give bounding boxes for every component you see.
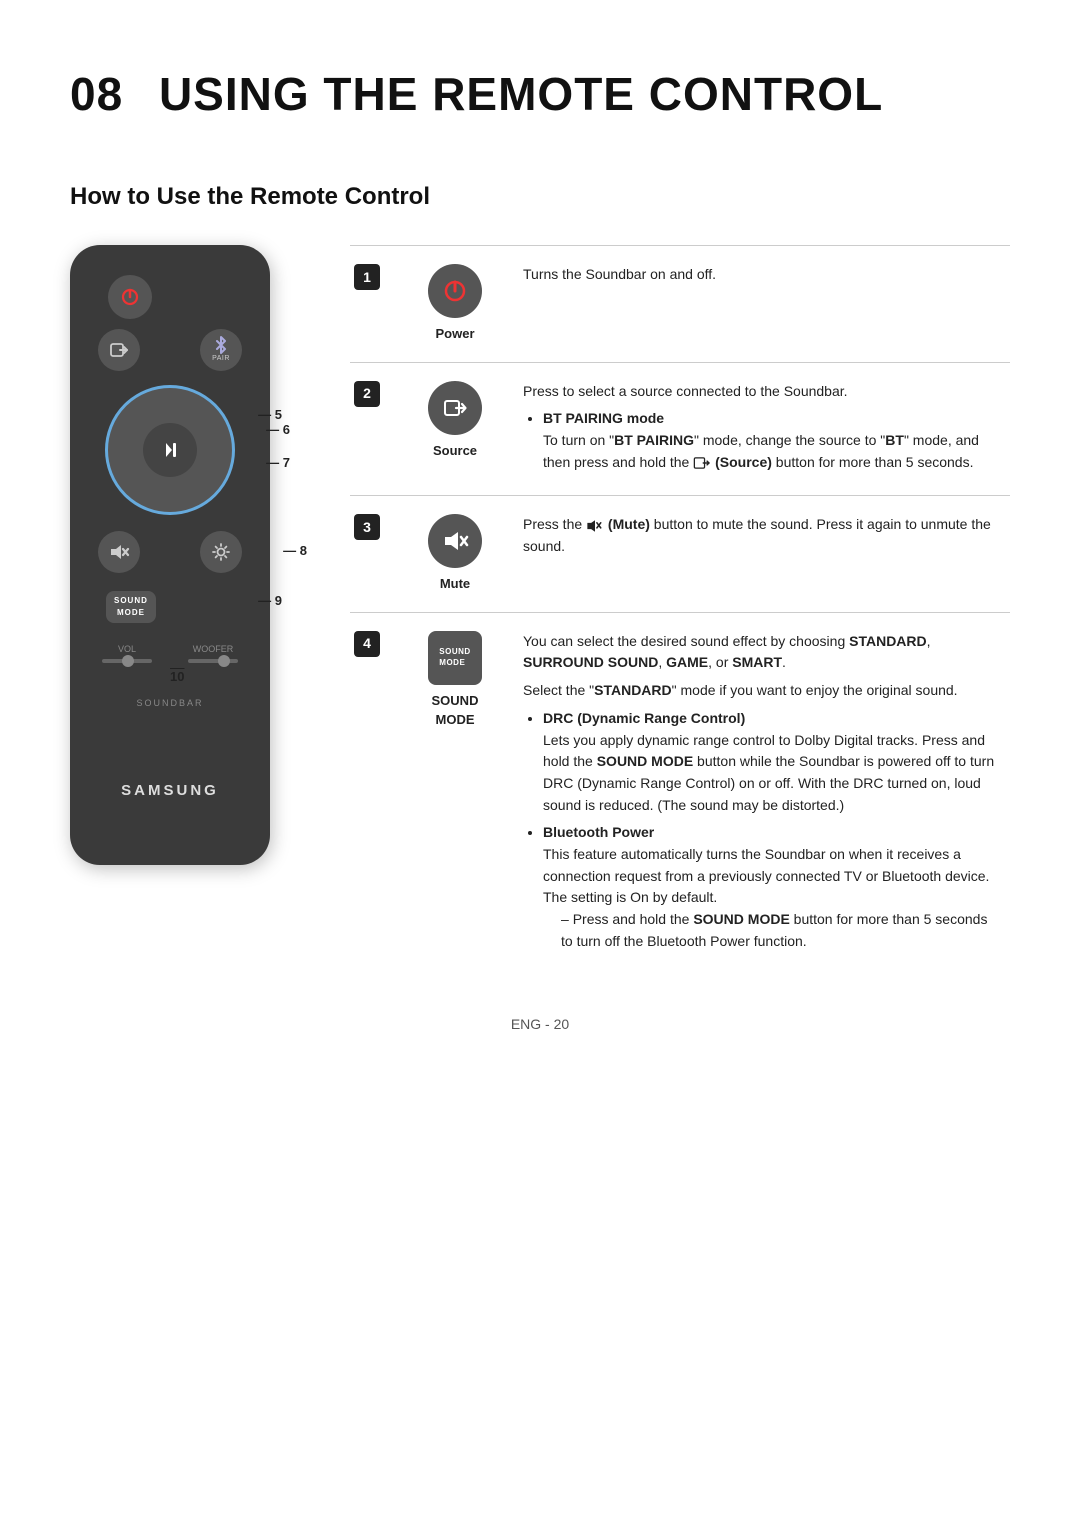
mute-description: Press the (Mute) button to mute the soun…: [523, 514, 998, 557]
pair-label: PAIR: [212, 354, 230, 365]
remote-body: PAIR — 5 — 6 — 7: [70, 245, 270, 865]
dpad[interactable]: — 6 — 7: [105, 385, 235, 515]
remote-row-power: [88, 275, 252, 319]
page-title: 08 USING THE REMOTE CONTROL: [70, 60, 1010, 129]
callout-10: 10: [170, 667, 184, 687]
callout-9: — 9: [258, 591, 282, 611]
chapter-number: 08: [70, 68, 123, 120]
source-label: Source: [433, 441, 477, 461]
num-col-1: 1: [350, 246, 405, 362]
text-col-mute: Press the (Mute) button to mute the soun…: [505, 496, 1010, 612]
power-icon-display: [428, 264, 482, 318]
remote-row-mute-settings: — 8: [88, 531, 252, 573]
num-col-3: 3: [350, 496, 405, 612]
num-col-4: 4: [350, 613, 405, 975]
mute-icon-display: [428, 514, 482, 568]
soundmode-desc-1: You can select the desired sound effect …: [523, 631, 998, 674]
text-col-power: Turns the Soundbar on and off.: [505, 246, 1010, 362]
dash-list-btpower: Press and hold the SOUND MODE button for…: [543, 909, 998, 952]
source-bt-bullet: BT PAIRING mode To turn on "BT PAIRING" …: [543, 408, 998, 473]
callout-8: — 8: [283, 541, 307, 561]
play-pause-button[interactable]: [143, 423, 197, 477]
callout-6: — 6: [266, 420, 290, 440]
source-bullets: BT PAIRING mode To turn on "BT PAIRING" …: [523, 408, 998, 473]
power-label: Power: [435, 324, 474, 344]
samsung-brand: SAMSUNG: [121, 780, 219, 803]
bt-pair-button-remote[interactable]: PAIR: [200, 329, 242, 371]
woofer-slider[interactable]: [188, 659, 238, 663]
source-desc-1: Press to select a source connected to th…: [523, 381, 998, 403]
mute-label: Mute: [440, 574, 470, 594]
text-col-soundmode: You can select the desired sound effect …: [505, 613, 1010, 975]
slider-row: VOL WOOFER 10: [88, 643, 252, 663]
icon-col-soundmode: SOUNDMODE SOUND MODE: [405, 613, 505, 975]
remote-illustration: 1 — 2 — 3 — 4 —: [70, 245, 350, 865]
info-row-source: 2 Source Press to select a source connec…: [350, 363, 1010, 497]
icon-col-mute: Mute: [405, 496, 505, 612]
soundmode-label: SOUND MODE: [413, 691, 497, 730]
page-footer: ENG - 20: [70, 1014, 1010, 1035]
settings-button-remote[interactable]: [200, 531, 242, 573]
power-description: Turns the Soundbar on and off.: [523, 266, 716, 282]
icon-col-source: Source: [405, 363, 505, 496]
info-row-soundmode: 4 SOUNDMODE SOUND MODE You can select th…: [350, 613, 1010, 975]
num-badge-1: 1: [354, 264, 380, 290]
text-col-source: Press to select a source connected to th…: [505, 363, 1010, 496]
sound-mode-button-remote[interactable]: SOUNDMODE: [106, 591, 156, 623]
mute-button-remote[interactable]: [98, 531, 140, 573]
soundmode-desc-2: Select the "STANDARD" mode if you want t…: [523, 680, 998, 702]
soundbar-text: SOUNDBAR: [136, 697, 203, 711]
num-col-2: 2: [350, 363, 405, 496]
woofer-label: WOOFER: [182, 643, 244, 657]
soundmode-bullets: DRC (Dynamic Range Control) Lets you app…: [523, 708, 998, 953]
dpad-outer[interactable]: [105, 385, 235, 515]
title-text: USING THE REMOTE CONTROL: [159, 68, 883, 120]
content-area: 1 — 2 — 3 — 4 —: [70, 245, 1010, 974]
remote-row-soundmode: SOUNDMODE — 9: [88, 591, 252, 623]
num-badge-4: 4: [354, 631, 380, 657]
drc-bullet: DRC (Dynamic Range Control) Lets you app…: [543, 708, 998, 816]
info-row-power: 1 Power Turns the Soundbar on and off.: [350, 246, 1010, 363]
dash-item-1: Press and hold the SOUND MODE button for…: [561, 909, 998, 952]
vol-slider[interactable]: [102, 659, 152, 663]
source-button-remote[interactable]: [98, 329, 140, 371]
num-badge-3: 3: [354, 514, 380, 540]
section-title: How to Use the Remote Control: [70, 179, 1010, 215]
source-icon-display: [428, 381, 482, 435]
callout-7: — 7: [266, 453, 290, 473]
info-row-mute: 3 Mute Press the (Mute) button to mute t…: [350, 496, 1010, 613]
icon-col-power: Power: [405, 246, 505, 362]
info-table: 1 Power Turns the Soundbar on and off. 2: [350, 245, 1010, 974]
remote-row-source-bt: PAIR: [88, 329, 252, 371]
power-button-remote[interactable]: [108, 275, 152, 319]
soundmode-icon-display: SOUNDMODE: [428, 631, 482, 685]
num-badge-2: 2: [354, 381, 380, 407]
bt-power-bullet: Bluetooth Power This feature automatical…: [543, 822, 998, 952]
